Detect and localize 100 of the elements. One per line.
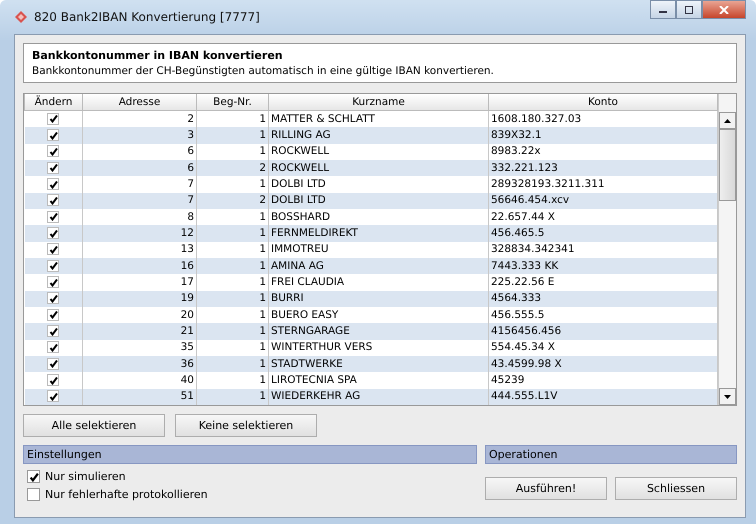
table-cell: 456.465.5 [491, 226, 544, 239]
table-cell: 1 [259, 226, 266, 239]
table-cell: DOLBI LTD [271, 194, 326, 206]
table-cell: LIROTECNIA SPA [271, 374, 357, 386]
table-cell: 1 [259, 374, 266, 386]
row-checkbox[interactable] [47, 358, 60, 370]
action-button[interactable]: Ausführen! [485, 477, 607, 500]
column-header[interactable]: Beg-Nr. [196, 94, 268, 110]
scroll-up-icon[interactable] [719, 112, 736, 129]
maximize-icon [684, 6, 694, 14]
table-cell: 2 [259, 194, 266, 206]
table-cell: 839X32.1 [491, 128, 542, 141]
table-cell: 4156456.456 [491, 324, 562, 337]
selection-button[interactable]: Alle selektieren [23, 414, 165, 437]
scrollbar[interactable] [718, 94, 736, 405]
row-checkbox[interactable] [47, 292, 60, 304]
table-cell: 20 [180, 308, 194, 321]
table-cell: 13 [180, 243, 194, 256]
maximize-button[interactable] [676, 0, 702, 19]
selection-button[interactable]: Keine selektieren [175, 414, 317, 437]
table-cell: ROCKWELL [271, 145, 330, 158]
table-cell: 45239 [491, 374, 524, 386]
table-cell: 225.22.56 E [491, 276, 554, 288]
table-cell: 22.657.44 X [491, 210, 555, 223]
row-checkbox[interactable] [47, 112, 60, 125]
table-cell: 1 [259, 358, 266, 370]
row-checkbox[interactable] [47, 308, 60, 321]
table-cell: 19 [180, 292, 194, 304]
table-cell: BOSSHARD [271, 210, 330, 223]
table-cell: STADTWERKE [271, 358, 343, 370]
row-checkbox[interactable] [47, 260, 60, 272]
table-cell: 1 [259, 243, 266, 256]
scroll-down-icon[interactable] [719, 388, 736, 405]
close-button[interactable] [702, 0, 746, 19]
row-checkbox[interactable] [47, 276, 60, 288]
table-cell: STERNGARAGE [271, 324, 350, 337]
column-header[interactable]: Konto [488, 94, 718, 110]
table-cell: 456.555.5 [491, 308, 544, 321]
table-cell: FERNMELDIREKT [271, 226, 358, 239]
table-cell: 1 [259, 341, 266, 354]
table-cell: 1 [259, 210, 266, 223]
table-cell: WIEDERKEHR AG [271, 390, 360, 402]
row-checkbox[interactable] [47, 129, 60, 142]
action-button[interactable]: Schliessen [615, 477, 737, 500]
row-checkbox[interactable] [47, 162, 60, 174]
table-cell: 8 [187, 210, 194, 223]
table-cell: IMMOTREU [271, 243, 329, 256]
table-cell: BUERO EASY [271, 308, 338, 321]
row-checkbox[interactable] [47, 178, 60, 190]
row-checkbox[interactable] [47, 194, 60, 206]
column-header[interactable]: Kurzname [268, 94, 488, 110]
table-cell: 1 [259, 324, 266, 337]
section-header: Operationen [485, 445, 737, 464]
table-cell: 17 [180, 276, 194, 288]
row-checkbox[interactable] [47, 341, 60, 354]
table-cell: 36 [180, 358, 194, 370]
window-title: 820 Bank2IBAN Konvertierung [7777] [34, 10, 260, 24]
table-cell: 7443.333 KK [491, 260, 558, 272]
option-label: Nur simulieren [45, 470, 126, 483]
app-icon [14, 10, 28, 24]
table-cell: DOLBI LTD [271, 178, 326, 190]
row-checkbox[interactable] [47, 374, 60, 386]
table-cell: 6 [187, 145, 194, 158]
table-cell: 328834.342341 [491, 243, 575, 256]
table-cell: 3 [187, 128, 194, 141]
table-cell: 1 [259, 178, 266, 190]
table-cell: MATTER & SCHLATT [271, 112, 375, 125]
table-cell: 1 [259, 390, 266, 402]
row-checkbox[interactable] [47, 227, 60, 240]
row-checkbox[interactable] [47, 325, 60, 338]
table-cell: 1608.180.327.03 [491, 112, 582, 125]
minimize-button[interactable] [650, 0, 676, 19]
header-description: Bankkontonummer der CH-Begünstigten automatisch in eine gültige IBAN konvertieren. [32, 65, 495, 77]
table-cell: ROCKWELL [271, 162, 330, 174]
table-cell: 4564.333 [491, 292, 542, 304]
option-checkbox[interactable] [27, 488, 40, 501]
column-header[interactable]: Ändern [24, 94, 82, 110]
table-cell: 554.45.34 X [491, 341, 555, 354]
row-checkbox[interactable] [47, 145, 60, 158]
table-cell: 12 [180, 226, 194, 239]
section-header: Einstellungen [23, 445, 477, 464]
table-cell: 7 [187, 178, 194, 190]
table-cell: RILLING AG [271, 128, 331, 141]
table-cell: BURRI [271, 292, 304, 304]
table-cell: 8983.22x [491, 145, 541, 158]
option-label: Nur fehlerhafte protokollieren [45, 488, 208, 501]
scroll-thumb[interactable] [719, 129, 736, 201]
table-cell: 7 [187, 194, 194, 206]
row-checkbox[interactable] [47, 390, 60, 402]
table-cell: 1 [259, 128, 266, 141]
row-checkbox[interactable] [47, 210, 60, 223]
column-header[interactable]: Adresse [82, 94, 196, 110]
row-checkbox[interactable] [47, 243, 60, 256]
table-cell: 2 [187, 112, 194, 125]
table-cell: 43.4599.98 X [491, 358, 562, 370]
table-cell: 16 [180, 260, 194, 272]
option-checkbox[interactable] [27, 470, 40, 483]
table-cell: 40 [180, 374, 194, 386]
table-cell: WINTERTHUR VERS [271, 341, 372, 354]
table-cell: 332.221.123 [491, 162, 558, 174]
